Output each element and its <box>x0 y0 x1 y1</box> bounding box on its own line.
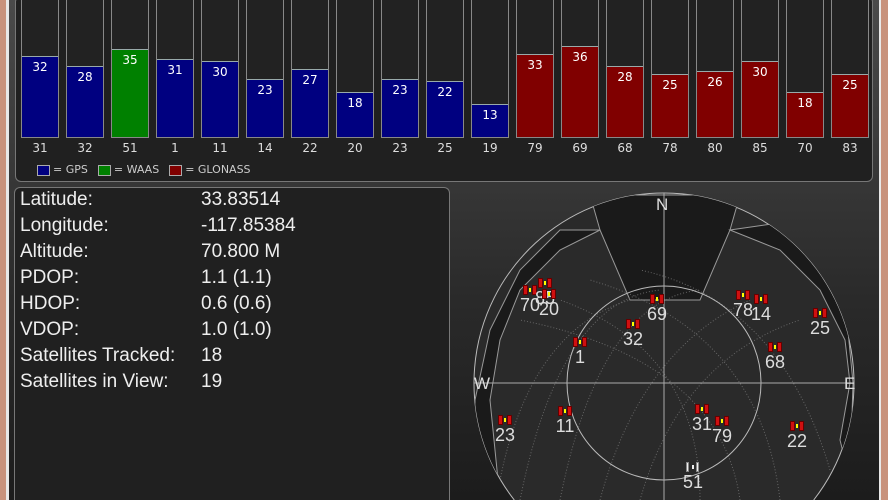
satellite-icon <box>695 404 709 414</box>
satellite-label: 32 <box>622 329 644 349</box>
satellite-icon <box>686 462 700 472</box>
satellite-label: 22 <box>786 431 808 451</box>
satellite-icon <box>736 290 750 300</box>
satellite-label: 25 <box>809 318 831 338</box>
satellite-label: 23 <box>494 425 516 445</box>
satellite-icon <box>790 421 804 431</box>
satellite-icon <box>768 342 782 352</box>
satellite-label: 69 <box>646 304 668 324</box>
north-label: N <box>656 195 669 214</box>
east-label: E <box>844 374 856 393</box>
satellite-icon <box>538 278 552 288</box>
satellite-label: 20 <box>538 299 560 319</box>
satellite-icon <box>626 319 640 329</box>
satellite-label: 1 <box>574 347 586 367</box>
satellite-icon <box>650 294 664 304</box>
satellite-label: 11 <box>555 416 575 436</box>
satellite-label: 68 <box>764 352 786 372</box>
satellite-label: 79 <box>711 426 733 446</box>
satellite-icon <box>558 406 572 416</box>
satellite-label: 31 <box>691 414 713 434</box>
satellite-icon <box>542 289 556 299</box>
satellite-icon <box>573 337 587 347</box>
satellite-icon <box>754 294 768 304</box>
satellite-label: 51 <box>682 472 704 492</box>
sky-plot <box>473 192 855 500</box>
satellite-icon <box>498 415 512 425</box>
satellite-label: 14 <box>750 304 772 324</box>
satellite-icon <box>813 308 827 318</box>
satellite-icon <box>715 416 729 426</box>
west-label: W <box>474 374 491 393</box>
